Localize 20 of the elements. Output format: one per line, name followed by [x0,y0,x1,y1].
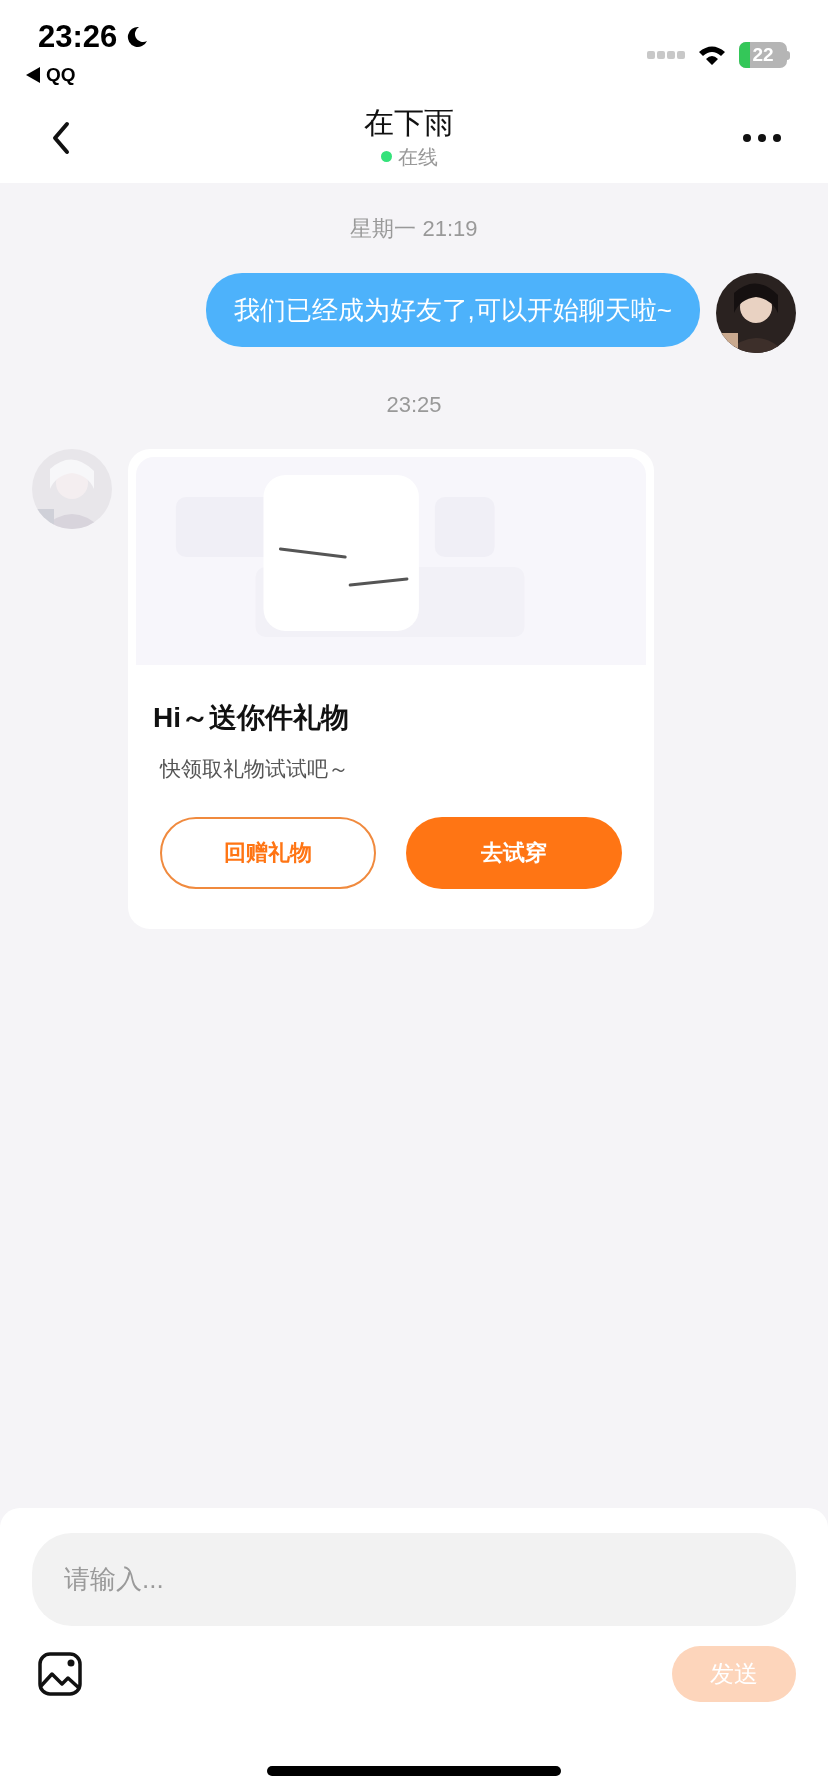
back-app-link[interactable]: QQ [46,60,76,89]
battery-icon: 22 [739,42,790,68]
presence-status: 在线 [397,144,438,170]
back-icon [51,120,71,155]
contact-name: 在下雨 [364,104,454,141]
timestamp: 23:25 [386,390,442,419]
signal-icon [647,50,685,60]
gift-title: Hi～送你件礼物 [153,701,350,735]
image-icon[interactable] [38,1652,82,1696]
timestamp: 星期一 21:19 [350,214,478,243]
moon-icon [125,25,150,50]
gift-action-button[interactable]: 回赠礼物 [160,816,376,889]
more-icon [743,133,781,142]
back-triangle-icon [26,66,40,83]
message-input[interactable]: 请输入... [32,1533,796,1626]
gift-subtitle: 快领取礼物试试吧～ [160,756,350,782]
message-bubble: 我们已经成为好友了,可以开始聊天啦~ [205,273,700,347]
status-time: 23:26 [38,18,118,56]
wifi-icon [697,44,727,66]
gift-action-button[interactable]: 去试穿 [406,816,622,889]
